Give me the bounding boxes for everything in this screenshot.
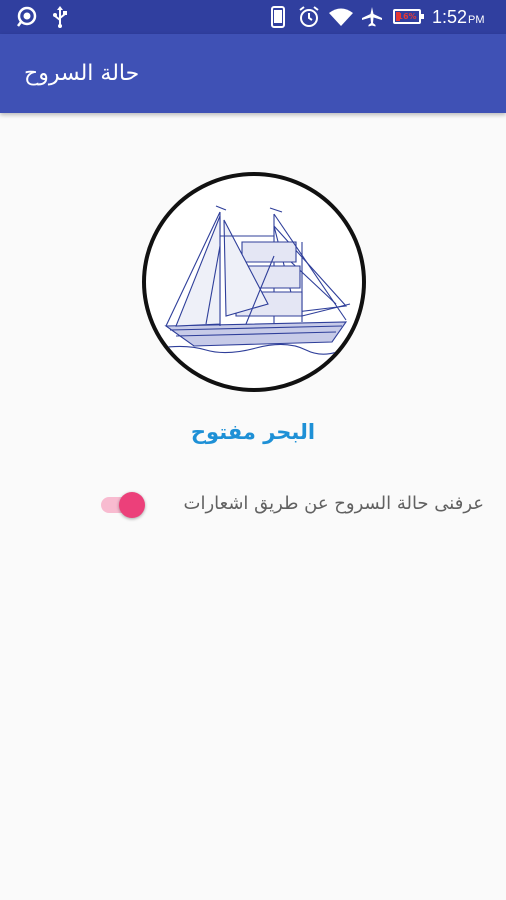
status-bar: 16% 1:52PM [0, 0, 506, 34]
app-bar: حالة السروح [0, 34, 506, 113]
battery-percent: 16% [397, 12, 417, 21]
usb-icon [49, 0, 71, 34]
notify-label: عرفنى حالة السروح عن طريق اشعارات [183, 493, 484, 514]
ship-image [142, 172, 366, 392]
notification-setting-row[interactable]: عرفنى حالة السروح عن طريق اشعارات [0, 484, 506, 524]
search-icon [14, 0, 40, 34]
battery-icon: 16% [393, 9, 424, 24]
clock-ampm: PM [468, 14, 485, 26]
notify-switch[interactable] [101, 488, 149, 520]
page-title: حالة السروح [24, 61, 140, 86]
ship-icon [159, 205, 351, 355]
sea-status-text: البحر مفتوح [190, 420, 316, 444]
clock-time: 1:52 [432, 7, 468, 27]
wifi-icon [327, 0, 355, 34]
alarm-icon [296, 0, 322, 34]
airplane-icon [359, 0, 385, 34]
clock: 1:52PM [432, 0, 485, 34]
switch-thumb[interactable] [119, 492, 145, 518]
phone-icon [268, 0, 288, 34]
